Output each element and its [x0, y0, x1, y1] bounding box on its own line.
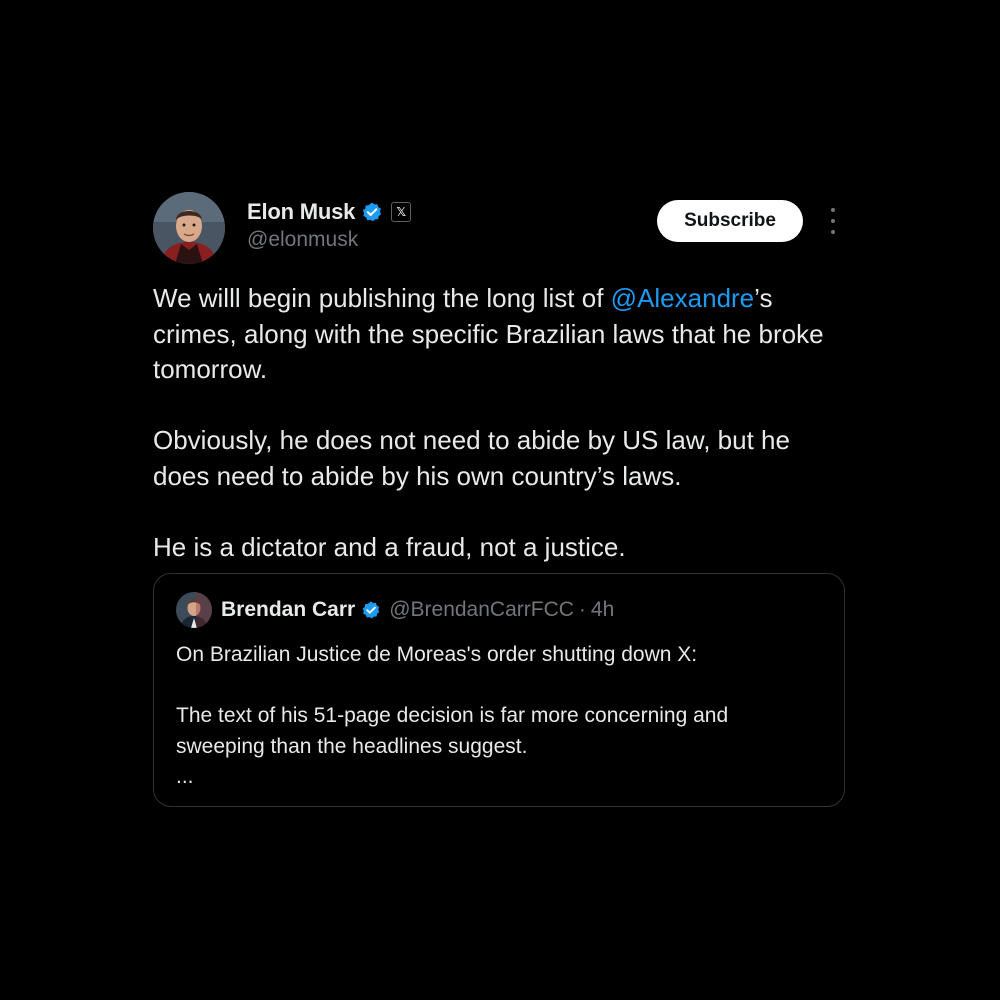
quote-separator: · [578, 598, 586, 621]
author-handle[interactable]: @elonmusk [247, 228, 411, 252]
tweet-text: We willl begin publishing the long list … [153, 281, 847, 565]
quote-author-handle[interactable]: @BrendanCarrFCC [389, 598, 574, 622]
tweet-paragraph-2: Obviously, he does not need to abide by … [153, 425, 790, 491]
tweet-header: Elon Musk 𝕏 @elonmusk Subscribe [153, 190, 847, 264]
quote-line-1: On Brazilian Justice de Moreas's order s… [176, 643, 698, 666]
quote-author-avatar[interactable] [176, 592, 212, 628]
mention-link[interactable]: @Alexandre [611, 283, 754, 313]
quote-text: On Brazilian Justice de Moreas's order s… [176, 640, 822, 793]
x-affiliate-badge-icon: 𝕏 [391, 202, 412, 222]
author-avatar[interactable] [153, 192, 225, 264]
text-segment: We willl begin publishing the long list … [153, 283, 611, 313]
subscribe-button[interactable]: Subscribe [657, 200, 803, 242]
quote-timestamp[interactable]: 4h [591, 598, 614, 622]
quoted-tweet[interactable]: Brendan Carr @BrendanCarrFCC · 4h On Bra… [153, 573, 845, 807]
author-name-row: Elon Musk 𝕏 [247, 198, 412, 226]
author-info: Elon Musk 𝕏 @elonmusk [247, 198, 412, 252]
quote-header: Brendan Carr @BrendanCarrFCC · 4h [176, 592, 822, 628]
quote-author-name[interactable]: Brendan Carr [221, 598, 355, 622]
author-name[interactable]: Elon Musk [247, 199, 355, 225]
quote-line-2: The text of his 51-page decision is far … [176, 704, 729, 758]
tweet-paragraph-3: He is a dictator and a fraud, not a just… [153, 531, 626, 562]
tweet-paragraph-1: We willl begin publishing the long list … [153, 281, 847, 388]
tweet-card: Elon Musk 𝕏 @elonmusk Subscribe We willl… [153, 190, 847, 807]
quote-ellipsis: ... [176, 765, 194, 788]
verified-badge-icon [363, 202, 382, 222]
verified-badge-icon [362, 601, 380, 619]
more-vertical-icon[interactable] [829, 208, 837, 234]
